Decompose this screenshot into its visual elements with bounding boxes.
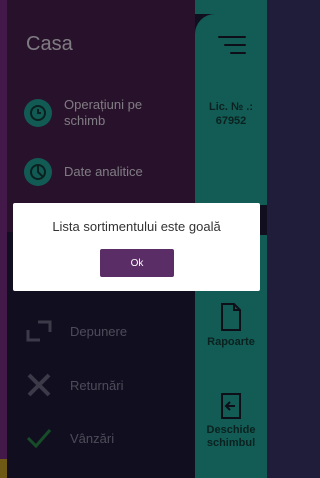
checkmark-icon [26, 429, 52, 448]
menu-icon[interactable] [218, 36, 246, 60]
menu-item-operations[interactable]: Operațiuni pe schimb [24, 97, 164, 129]
menu-item-operations-label: Operațiuni pe schimb [64, 97, 143, 128]
license-info: Lic. № .: 67952 [195, 100, 267, 128]
license-label: Lic. № .: [208, 101, 254, 113]
ok-button[interactable]: Ok [100, 249, 174, 277]
sales-button[interactable]: Vânzări [26, 428, 114, 448]
left-accent-stripe [0, 0, 7, 478]
document-icon [221, 303, 241, 331]
deposit-label: Depunere [70, 323, 128, 339]
right-panel-top [195, 0, 267, 14]
deposit-button[interactable]: Depunere [26, 320, 127, 342]
license-number: 67952 [215, 115, 247, 127]
dialog-message: Lista sortimentului este goală [52, 219, 221, 234]
page-title: Casa [26, 33, 73, 55]
open-shift-button[interactable]: Deschide schimbul [195, 392, 267, 450]
reports-button[interactable]: Rapoarte [195, 302, 267, 349]
door-enter-icon [221, 393, 241, 419]
menu-item-analytics-label: Date analitice [64, 164, 143, 179]
returns-label: Returnări [70, 377, 124, 393]
deposit-icon [26, 320, 52, 342]
empty-assortment-dialog: Lista sortimentului este goală Ok [13, 203, 260, 291]
open-shift-label: Deschide schimbul [206, 424, 256, 449]
close-icon [27, 373, 51, 397]
returns-button[interactable]: Returnări [26, 372, 123, 398]
clock-icon [24, 99, 52, 127]
menu-item-analytics[interactable]: Date analitice [24, 158, 143, 186]
pie-chart-icon [24, 158, 52, 186]
left-accent-marker [0, 459, 7, 478]
reports-label: Rapoarte [207, 336, 255, 348]
sales-label: Vânzări [70, 430, 115, 446]
